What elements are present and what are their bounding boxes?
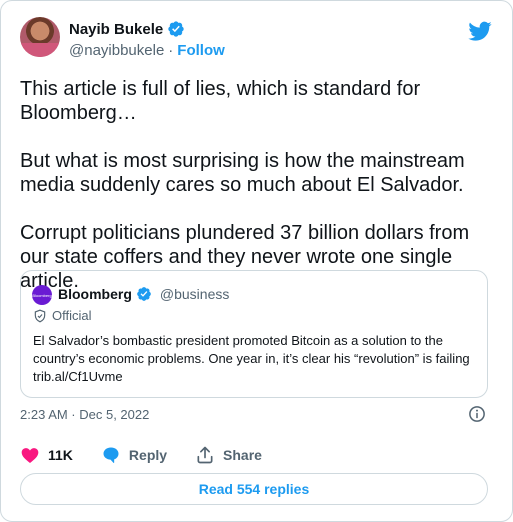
like-button[interactable]: 11K: [20, 445, 73, 465]
quoted-author-handle[interactable]: @business: [160, 286, 229, 302]
quoted-author-row: Bloomberg @business: [58, 286, 229, 302]
quoted-tweet[interactable]: Bloomberg Bloomberg @business Official E…: [20, 270, 488, 398]
tweet-card: Nayib Bukele @nayibbukele · Follow This …: [0, 0, 513, 522]
tweet-paragraph: This article is full of lies, which is s…: [20, 78, 421, 124]
official-shield-icon: [34, 309, 46, 322]
heart-icon: [21, 448, 39, 463]
info-icon[interactable]: [468, 405, 486, 423]
quoted-author-avatar[interactable]: Bloomberg: [32, 285, 52, 305]
like-count: 11K: [48, 447, 73, 463]
share-label: Share: [223, 447, 262, 463]
tweet-paragraph: But what is most surprising is how the m…: [20, 150, 465, 196]
action-bar: 11K Reply Share: [20, 445, 290, 465]
reply-bubble-icon: [103, 447, 119, 463]
quoted-tweet-text: El Salvador’s bombastic president promot…: [33, 333, 470, 384]
verified-badge-icon: [168, 21, 184, 37]
read-replies-button[interactable]: Read 554 replies: [20, 473, 488, 505]
reply-label: Reply: [128, 447, 168, 463]
separator-dot: ·: [168, 42, 174, 59]
official-label: Official: [52, 308, 92, 323]
verified-badge-icon: [137, 287, 151, 301]
share-button[interactable]: Share: [195, 445, 262, 465]
share-icon: [197, 446, 213, 464]
reply-button[interactable]: Reply: [101, 445, 167, 465]
author-name-row: Nayib Bukele: [69, 20, 185, 38]
official-label-row: Official: [33, 308, 92, 323]
twitter-bird-icon[interactable]: [468, 19, 492, 43]
quoted-author-name[interactable]: Bloomberg: [58, 286, 132, 302]
tweet-timestamp[interactable]: 2:23 AM · Dec 5, 2022: [20, 407, 149, 422]
follow-button[interactable]: Follow: [177, 42, 225, 59]
author-handle[interactable]: @nayibbukele: [69, 42, 164, 59]
author-handle-row: @nayibbukele · Follow: [69, 42, 225, 59]
author-name[interactable]: Nayib Bukele: [69, 21, 163, 38]
author-avatar[interactable]: [20, 17, 60, 57]
